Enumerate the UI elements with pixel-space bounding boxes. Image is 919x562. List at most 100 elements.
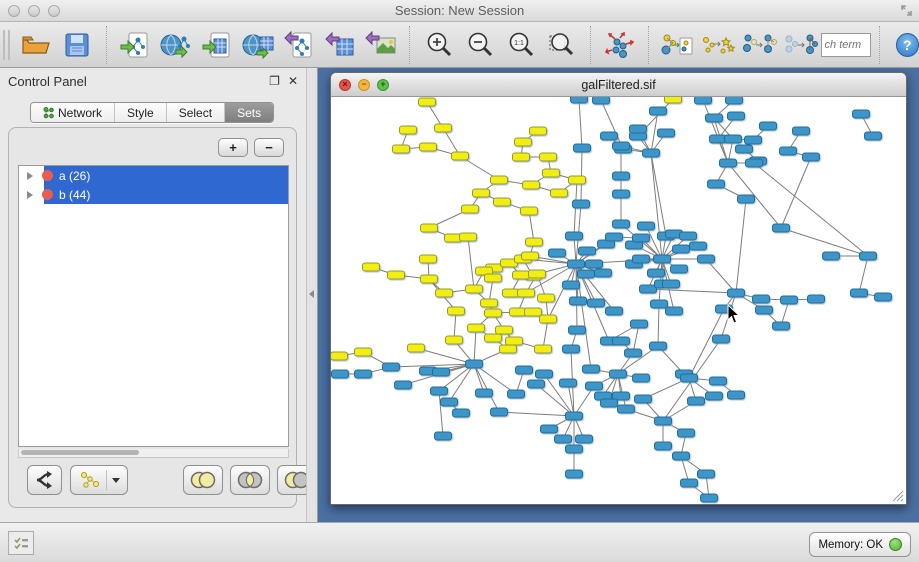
graph-node[interactable] [491, 408, 508, 416]
graph-node[interactable] [633, 255, 650, 263]
graph-edge[interactable] [449, 364, 474, 402]
graph-node[interactable] [462, 205, 479, 213]
graph-node[interactable] [521, 207, 538, 215]
graph-node[interactable] [625, 349, 642, 357]
graph-node[interactable] [510, 308, 527, 316]
graph-node[interactable] [681, 479, 698, 487]
memory-status-button[interactable]: Memory: OK [809, 532, 911, 557]
graph-node[interactable] [436, 289, 453, 297]
remove-set-button[interactable]: − [254, 138, 284, 157]
graph-node[interactable] [578, 270, 595, 278]
graph-node[interactable] [540, 153, 557, 161]
graph-node[interactable] [530, 127, 547, 135]
graph-node[interactable] [528, 380, 545, 388]
graph-node[interactable] [681, 374, 698, 382]
graph-node[interactable] [726, 97, 743, 104]
network-graph[interactable] [331, 97, 906, 504]
graph-node[interactable] [728, 112, 745, 120]
graph-edge[interactable] [579, 99, 582, 148]
graph-node[interactable] [563, 281, 580, 289]
graph-node[interactable] [506, 337, 523, 345]
split-set-button[interactable] [27, 465, 62, 495]
graph-node[interactable] [583, 365, 600, 373]
graph-node[interactable] [671, 265, 688, 273]
graph-node[interactable] [728, 391, 745, 399]
scrollbar-thumb[interactable] [21, 450, 139, 455]
graph-node[interactable] [551, 189, 568, 197]
graph-node[interactable] [453, 409, 470, 417]
graph-node[interactable] [680, 232, 697, 240]
graph-node[interactable] [773, 224, 790, 232]
graph-node[interactable] [781, 296, 798, 304]
graph-node[interactable] [808, 295, 825, 303]
select-neighbors-button[interactable] [698, 25, 739, 65]
graph-node[interactable] [736, 145, 753, 153]
graph-node[interactable] [468, 324, 485, 332]
graph-node[interactable] [648, 269, 665, 277]
graph-node[interactable] [650, 342, 667, 350]
graph-node[interactable] [738, 195, 755, 203]
graph-node[interactable] [713, 335, 730, 343]
graph-edge[interactable] [721, 293, 736, 339]
graph-node[interactable] [588, 299, 605, 307]
graph-node[interactable] [633, 234, 650, 242]
graph-node[interactable] [698, 255, 715, 263]
graph-node[interactable] [695, 97, 712, 104]
graph-node[interactable] [606, 233, 623, 241]
graph-edge[interactable] [499, 412, 574, 416]
sets-list[interactable]: a (26) b (44) [18, 165, 289, 447]
graph-node[interactable] [555, 435, 572, 443]
graph-node[interactable] [746, 159, 763, 167]
graph-node[interactable] [332, 370, 349, 378]
import-network-file-button[interactable] [115, 25, 156, 65]
graph-node[interactable] [688, 397, 705, 405]
graph-node[interactable] [573, 200, 590, 208]
graph-node[interactable] [538, 294, 555, 302]
graph-node[interactable] [701, 494, 718, 502]
graph-node[interactable] [485, 309, 502, 317]
graph-node[interactable] [823, 252, 840, 260]
graph-node[interactable] [494, 198, 511, 206]
collapse-panel-icon[interactable] [309, 290, 314, 298]
graph-node[interactable] [525, 308, 542, 316]
graph-node[interactable] [383, 363, 400, 371]
graph-node[interactable] [710, 135, 727, 143]
graph-node[interactable] [574, 144, 591, 152]
graph-node[interactable] [613, 142, 630, 150]
graph-node[interactable] [666, 307, 683, 315]
resize-grip-icon[interactable] [892, 490, 904, 502]
graph-node[interactable] [586, 382, 603, 390]
set-row-b[interactable]: b (44) [19, 185, 288, 204]
graph-edge[interactable] [781, 157, 811, 228]
graph-node[interactable] [536, 370, 553, 378]
graph-node[interactable] [618, 405, 635, 413]
expand-arrow-icon[interactable] [27, 172, 33, 180]
graph-node[interactable] [613, 220, 630, 228]
graph-node[interactable] [760, 122, 777, 130]
clear-selection-button[interactable] [780, 25, 821, 65]
window-titlebar[interactable]: Session: New Session [0, 0, 919, 22]
graph-node[interactable] [635, 395, 652, 403]
graph-node[interactable] [569, 176, 586, 184]
graph-edge[interactable] [736, 199, 746, 293]
graph-node[interactable] [566, 232, 583, 240]
graph-node[interactable] [331, 352, 348, 360]
graph-node[interactable] [716, 305, 733, 313]
graph-node[interactable] [654, 255, 671, 263]
graph-node[interactable] [529, 270, 546, 278]
graph-node[interactable] [355, 370, 372, 378]
graph-node[interactable] [851, 289, 868, 297]
graph-node[interactable] [698, 470, 715, 478]
graph-node[interactable] [593, 97, 610, 104]
graph-node[interactable] [421, 275, 438, 283]
graph-edge[interactable] [728, 163, 781, 228]
graph-node[interactable] [420, 143, 437, 151]
graph-node[interactable] [865, 132, 882, 140]
graph-node[interactable] [523, 181, 540, 189]
float-panel-icon[interactable]: ❐ [269, 74, 280, 88]
graph-node[interactable] [435, 124, 452, 132]
zoom-out-button[interactable] [459, 25, 500, 65]
graph-node[interactable] [460, 233, 477, 241]
graph-node[interactable] [420, 255, 437, 263]
graph-node[interactable] [576, 435, 593, 443]
